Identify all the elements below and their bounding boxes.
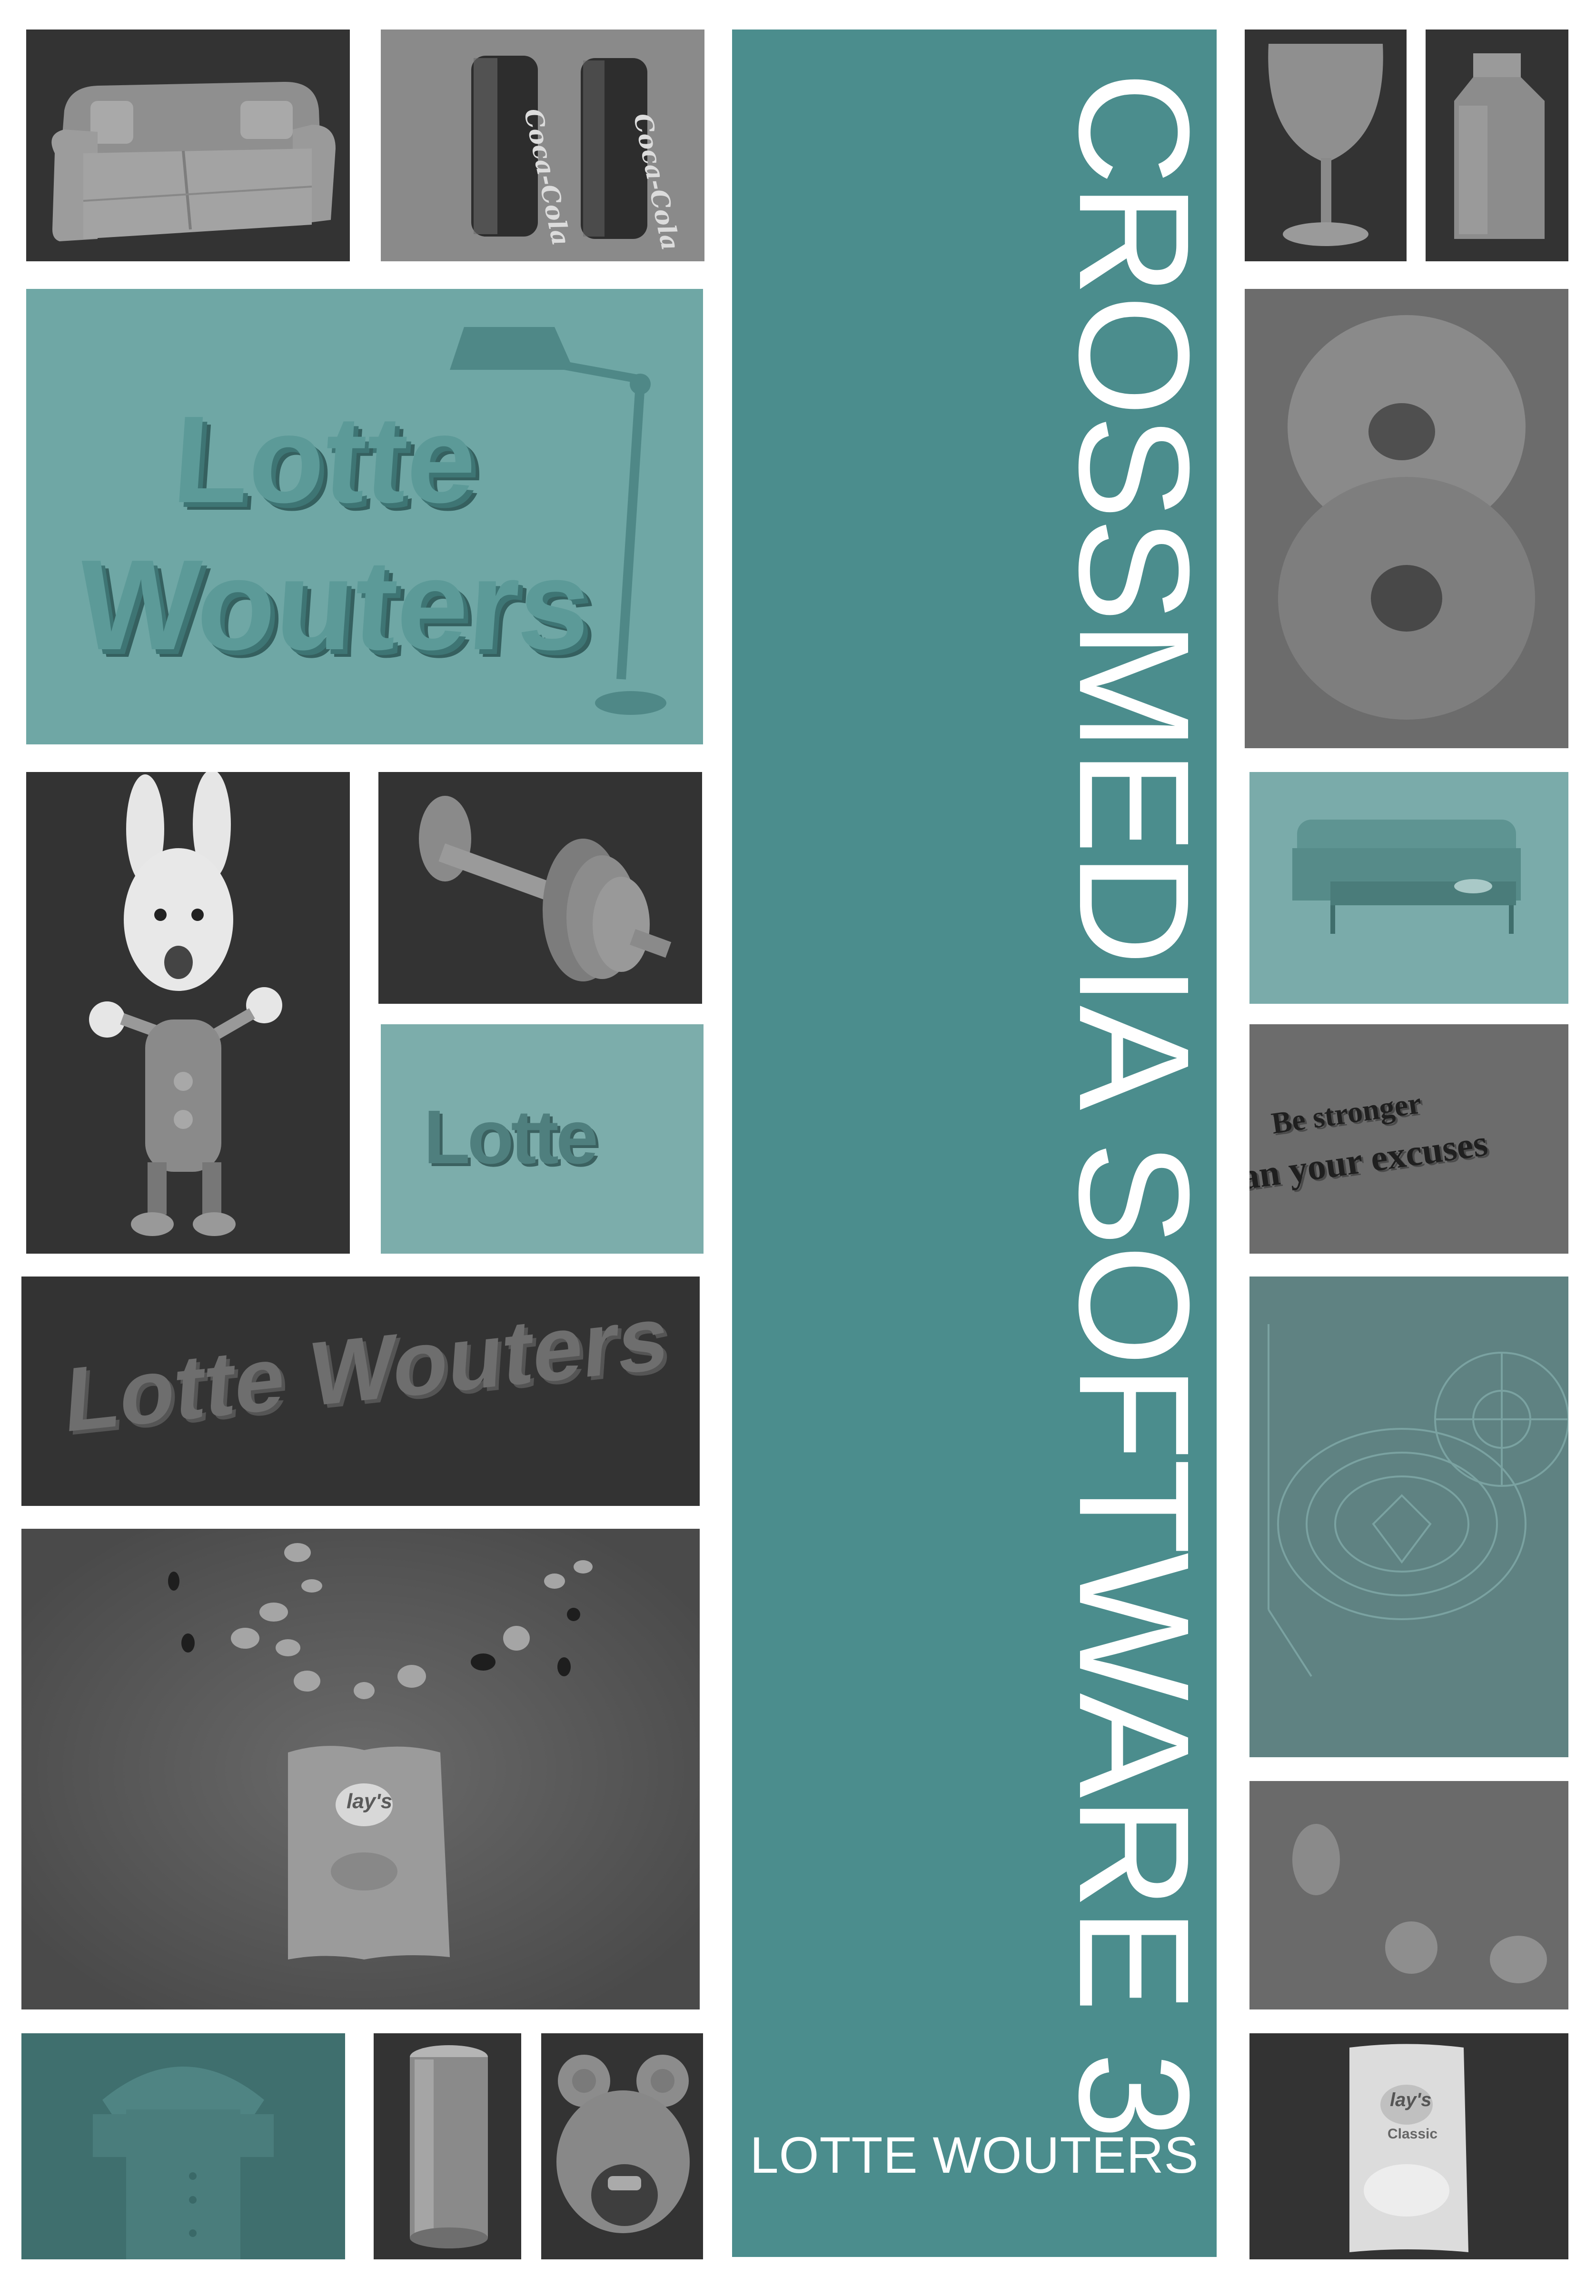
rabbit-figure-render [89,772,282,1236]
lays-bag-brand-text: lay's [347,1790,393,1813]
lays-chips-render [21,1529,700,2009]
lotte-wouters-banner-tile: Lotte Wouters [21,1277,700,1506]
spheres-render-tile [1249,1781,1568,2009]
plain-can-render [410,2045,488,2248]
lotte-wouters-3d-banner-text: Lotte Wouters [61,1286,672,1452]
wouters-3d-text: Wouters [73,534,595,677]
lotte-3d-text: Lotte [169,391,481,529]
number-eight-render [1278,315,1535,720]
sofa-render-tile [26,30,350,261]
living-room-render-tile [1249,772,1568,1004]
dumbbell-render-tile [378,772,702,1004]
lays-bag-brand: lay's [1390,2089,1432,2110]
sofa-render [51,81,336,241]
wine-glass-render-tile [1245,30,1407,261]
lotte-wouters-lamp-tile: Lotte Wouters [26,289,703,744]
cola-cans-render-tile: Coca-Cola Coca-Cola [381,30,704,261]
bear-head-render-tile [541,2033,703,2259]
living-room-render [1292,820,1521,934]
plain-can-render-tile [374,2033,521,2259]
lays-chips-render-tile: lay's [21,1529,700,2009]
lays-bag-variant: Classic [1388,2126,1438,2142]
lotte-3d-text-small: Lotte [424,1094,598,1179]
bottle-render [1454,53,1545,239]
dumbbell-render [419,796,672,981]
wireframe-render [1268,1324,1568,1677]
teal-object-render [93,2067,274,2259]
wireframe-render-tile [1249,1277,1568,1757]
lotte-3d-text-tile: Lotte [381,1024,704,1254]
bottle-render-tile [1426,30,1568,261]
spheres-render [1292,1824,1547,1983]
bear-head-render [556,2055,690,2233]
lays-bag-render [1349,2044,1468,2252]
motivation-quote-render-tile: Be stronger than your excuses [1249,1024,1568,1254]
cover-title: CROSSMEDIA SOFTWARE 3 [1047,71,1222,2138]
rabbit-figure-render-tile [26,772,350,1254]
teal-object-render-tile [21,2033,345,2259]
wine-glass-render [1268,44,1383,246]
cover-author: LOTTE WOUTERS [750,2126,1199,2184]
number-eight-render-tile [1245,289,1568,748]
lays-bag-render-tile: lay's Classic [1249,2033,1568,2259]
